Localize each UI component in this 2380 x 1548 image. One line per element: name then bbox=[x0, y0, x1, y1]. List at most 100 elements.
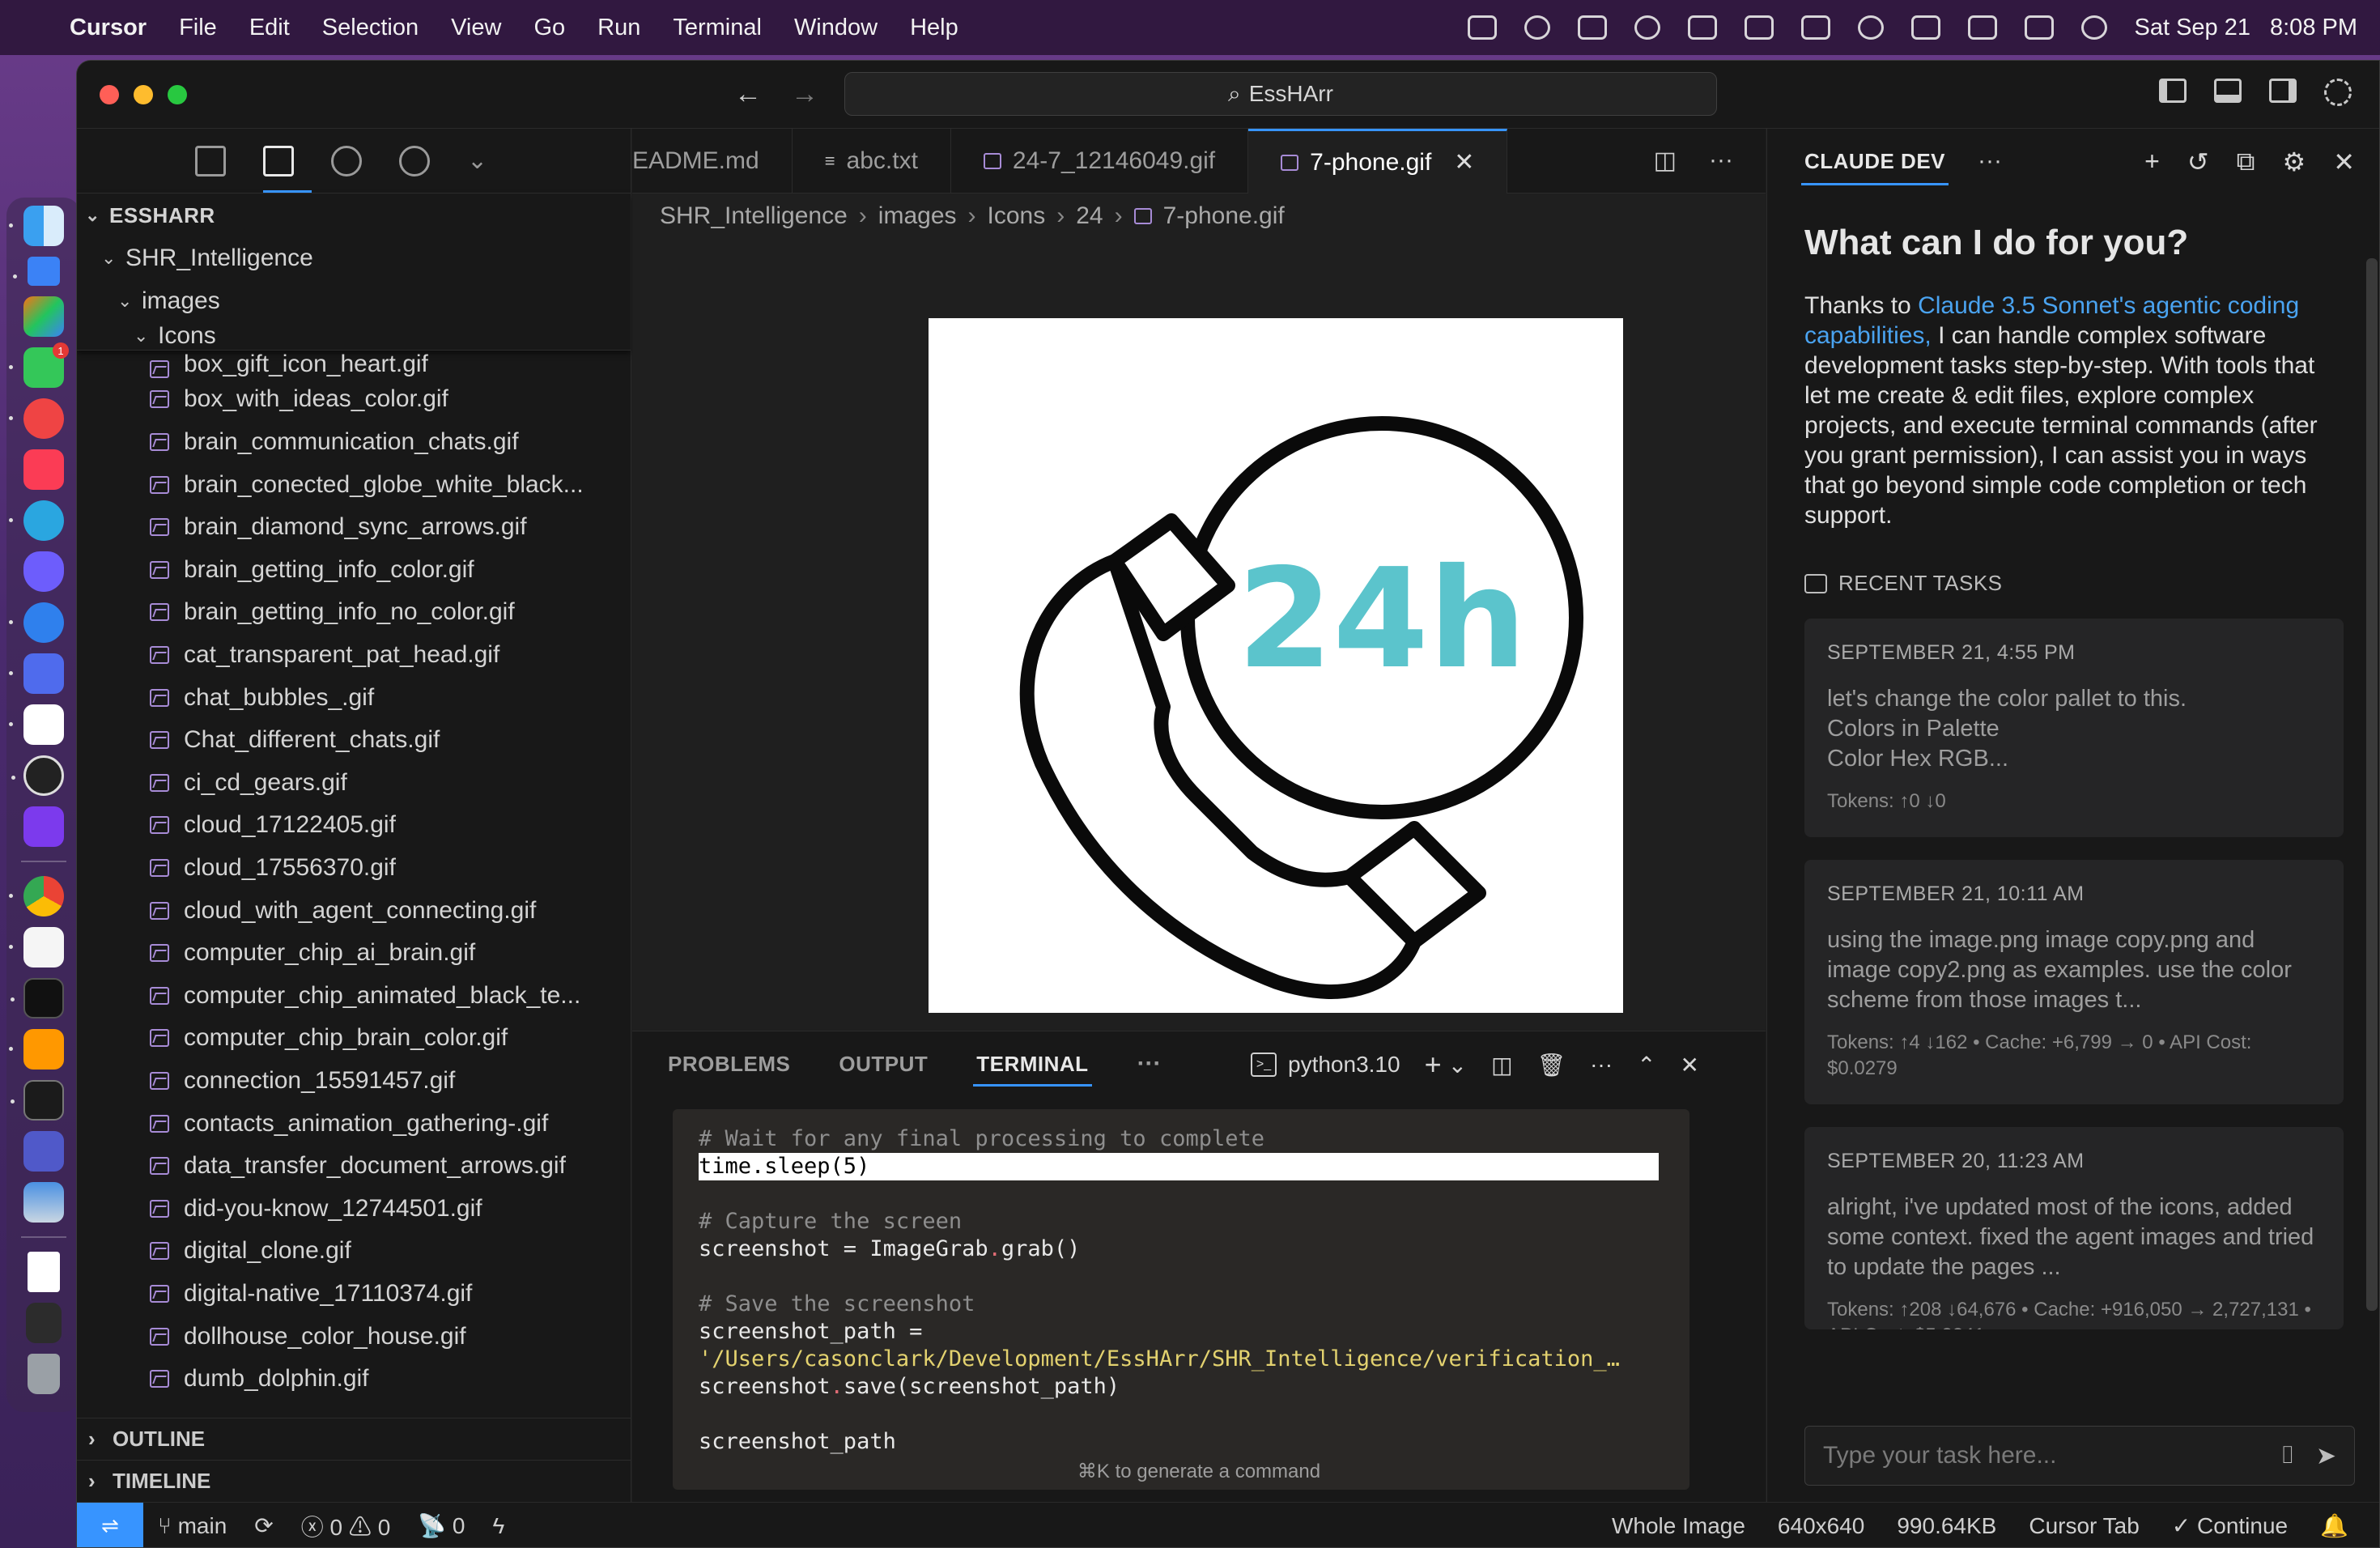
file-item[interactable]: Chat_different_chats.gif bbox=[77, 719, 631, 762]
brave-icon[interactable] bbox=[23, 551, 64, 592]
new-task-icon[interactable]: + bbox=[2144, 147, 2160, 177]
recent-task-card[interactable]: SEPTEMBER 21, 4:55 PM let's change the c… bbox=[1804, 619, 2344, 837]
recent-task-card[interactable]: SEPTEMBER 20, 11:23 AM alright, i've upd… bbox=[1804, 1127, 2344, 1329]
telegram-icon[interactable] bbox=[9, 500, 64, 541]
file-item[interactable]: brain_getting_info_color.gif bbox=[77, 549, 631, 592]
share-app-icon[interactable] bbox=[23, 806, 64, 847]
settings-gear-icon[interactable]: ⚙ bbox=[2283, 147, 2306, 177]
file-item[interactable]: dumb_dolphin.gif bbox=[77, 1358, 631, 1401]
safari-icon[interactable] bbox=[9, 602, 64, 643]
tab-abc-txt[interactable]: ≡ abc.txt bbox=[793, 129, 951, 194]
menu-go[interactable]: Go bbox=[533, 15, 565, 41]
cursor-tab-status[interactable]: Cursor Tab bbox=[2029, 1513, 2139, 1539]
cursor-app-icon[interactable] bbox=[11, 978, 64, 1019]
explorer-files-icon[interactable] bbox=[263, 145, 294, 176]
keyboard-icon[interactable] bbox=[2024, 15, 2054, 40]
source-control-icon[interactable] bbox=[399, 145, 430, 176]
document-icon[interactable] bbox=[28, 1252, 60, 1292]
control-center-icon[interactable] bbox=[2080, 15, 2107, 40]
menu-view[interactable]: View bbox=[451, 15, 501, 41]
layers-icon[interactable] bbox=[1800, 15, 1830, 40]
file-item[interactable]: computer_chip_ai_brain.gif bbox=[77, 932, 631, 975]
window-icon[interactable] bbox=[1967, 15, 1997, 40]
recent-task-card[interactable]: SEPTEMBER 21, 10:11 AM using the image.p… bbox=[1804, 860, 2344, 1104]
new-terminal-icon[interactable]: + bbox=[1425, 1048, 1442, 1082]
history-icon[interactable]: ↺ bbox=[2187, 147, 2209, 177]
forward-arrow-icon[interactable]: → bbox=[791, 79, 818, 110]
terminal-name[interactable]: python3.10 bbox=[1288, 1052, 1400, 1078]
branch-indicator[interactable]: ⑂ main bbox=[158, 1513, 227, 1539]
close-panel-icon[interactable]: ✕ bbox=[1681, 1052, 1699, 1078]
cat-app-icon[interactable] bbox=[1744, 15, 1774, 40]
settings-gear-icon[interactable] bbox=[2324, 79, 2352, 106]
breadcrumb-item[interactable]: SHR_Intelligence bbox=[660, 202, 848, 230]
close-tab-icon[interactable]: ✕ bbox=[1454, 148, 1474, 176]
chrome-icon[interactable] bbox=[9, 876, 64, 916]
close-icon[interactable]: ✕ bbox=[2333, 147, 2355, 177]
file-item[interactable]: computer_chip_brain_color.gif bbox=[77, 1017, 631, 1060]
split-editor-icon[interactable]: ◫ bbox=[1654, 147, 1677, 175]
camera-icon[interactable]: ⌷ bbox=[2280, 1442, 2295, 1470]
ports-indicator[interactable]: 📡 0 bbox=[418, 1512, 465, 1539]
file-item[interactable]: cloud_17122405.gif bbox=[77, 804, 631, 847]
toggle-panel-icon[interactable] bbox=[2214, 79, 2242, 103]
music-icon[interactable] bbox=[23, 449, 64, 490]
messages-icon[interactable]: 1 bbox=[9, 342, 69, 388]
file-item[interactable]: computer_chip_animated_black_te... bbox=[77, 975, 631, 1018]
toggle-secondary-sidebar-icon[interactable] bbox=[2269, 79, 2297, 103]
lightning-icon[interactable]: ϟ bbox=[493, 1513, 505, 1539]
breadcrumb-item[interactable]: images bbox=[878, 202, 957, 230]
folder-icons[interactable]: ⌄ Icons bbox=[77, 322, 631, 350]
finder-icon[interactable] bbox=[9, 206, 64, 246]
file-item[interactable]: contacts_animation_gathering-.gif bbox=[77, 1102, 631, 1145]
rewind-icon[interactable] bbox=[1687, 15, 1717, 40]
zoom-status[interactable]: Whole Image bbox=[1612, 1513, 1745, 1539]
folder-shr-intelligence[interactable]: ⌄ SHR_Intelligence bbox=[77, 237, 631, 280]
menu-terminal[interactable]: Terminal bbox=[673, 15, 762, 41]
claude-dev-title[interactable]: CLAUDE DEV bbox=[1800, 149, 1949, 185]
file-item[interactable]: cloud_17556370.gif bbox=[77, 847, 631, 890]
remote-desktop-icon[interactable] bbox=[23, 1182, 64, 1223]
breadcrumb-item[interactable]: 24 bbox=[1076, 202, 1103, 230]
more-actions-icon[interactable]: ··· bbox=[1978, 147, 2002, 175]
trash-icon[interactable]: 🗑 bbox=[1537, 1052, 1566, 1078]
search-view-icon[interactable] bbox=[331, 145, 362, 176]
simulator-icon[interactable] bbox=[9, 653, 64, 694]
file-item[interactable]: box_gift_icon_heart.gif bbox=[77, 351, 631, 379]
remote-indicator-icon[interactable]: ⇌ bbox=[77, 1502, 143, 1547]
menu-window[interactable]: Window bbox=[794, 15, 878, 41]
file-item[interactable]: chat_bubbles_.gif bbox=[77, 676, 631, 719]
file-item[interactable]: cat_transparent_pat_head.gif bbox=[77, 634, 631, 677]
tab-24-7-gif[interactable]: 24-7_12146049.gif bbox=[951, 129, 1249, 194]
terminal-output[interactable]: # Wait for any final processing to compl… bbox=[673, 1109, 1689, 1490]
launchpad-icon[interactable] bbox=[23, 296, 64, 337]
chevron-down-icon[interactable]: ⌄ bbox=[1448, 1052, 1467, 1078]
more-actions-icon[interactable]: ··· bbox=[1590, 1052, 1613, 1078]
continue-status[interactable]: ✓ Continue bbox=[2172, 1512, 2288, 1539]
file-item[interactable]: brain_getting_info_no_color.gif bbox=[77, 591, 631, 634]
file-item[interactable]: brain_conected_globe_white_black... bbox=[77, 463, 631, 506]
chatgpt-icon[interactable] bbox=[11, 755, 64, 796]
maximize-panel-icon[interactable]: ⌃ bbox=[1637, 1052, 1655, 1078]
timeline-section[interactable]: › TIMELINE bbox=[77, 1460, 631, 1502]
sync-app-icon[interactable] bbox=[13, 257, 60, 286]
file-item[interactable]: digital-native_17110374.gif bbox=[77, 1273, 631, 1316]
sync-icon[interactable]: ⟳ bbox=[254, 1512, 273, 1539]
trash-icon[interactable] bbox=[28, 1354, 60, 1394]
chevron-down-icon[interactable]: ⌄ bbox=[467, 147, 487, 175]
menu-run[interactable]: Run bbox=[597, 15, 640, 41]
breadcrumb-item[interactable]: Icons bbox=[988, 202, 1046, 230]
ollama-icon[interactable] bbox=[9, 704, 64, 745]
send-icon[interactable]: ➤ bbox=[2316, 1442, 2336, 1470]
menu-clock[interactable]: Sat Sep 21 8:08 PM bbox=[2135, 15, 2358, 41]
file-item[interactable]: brain_communication_chats.gif bbox=[77, 421, 631, 464]
back-arrow-icon[interactable]: ← bbox=[734, 79, 762, 110]
cloud-off-icon[interactable] bbox=[1857, 15, 1884, 40]
extensions-icon[interactable] bbox=[195, 145, 226, 176]
file-item[interactable]: digital_clone.gif bbox=[77, 1230, 631, 1273]
tab-output[interactable]: OUTPUT bbox=[839, 1031, 928, 1096]
problems-indicator[interactable]: ⓧ 0 ⚠ 0 bbox=[301, 1510, 391, 1542]
task-input[interactable]: Type your task here... ⌷ ➤ bbox=[1804, 1426, 2355, 1486]
menu-selection[interactable]: Selection bbox=[322, 15, 419, 41]
teams-icon[interactable] bbox=[23, 1131, 64, 1172]
